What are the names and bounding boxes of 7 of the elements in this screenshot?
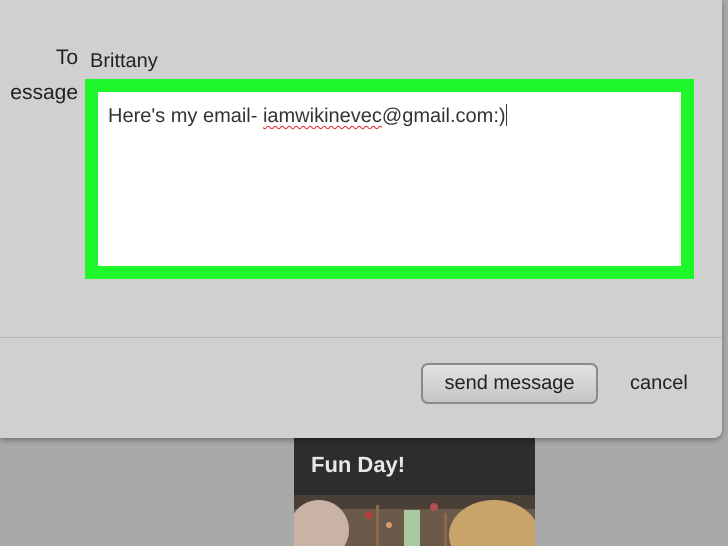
card-title: Fun Day! (310, 451, 406, 479)
send-message-button[interactable]: send message (421, 363, 598, 404)
recipient-name: Brittany (89, 49, 159, 73)
to-label: To (54, 45, 78, 71)
cancel-link[interactable]: cancel (630, 372, 688, 395)
message-field[interactable]: Here's my email- iamwikinevec@gmail.com:) (85, 79, 694, 279)
message-label: essage (9, 80, 78, 106)
